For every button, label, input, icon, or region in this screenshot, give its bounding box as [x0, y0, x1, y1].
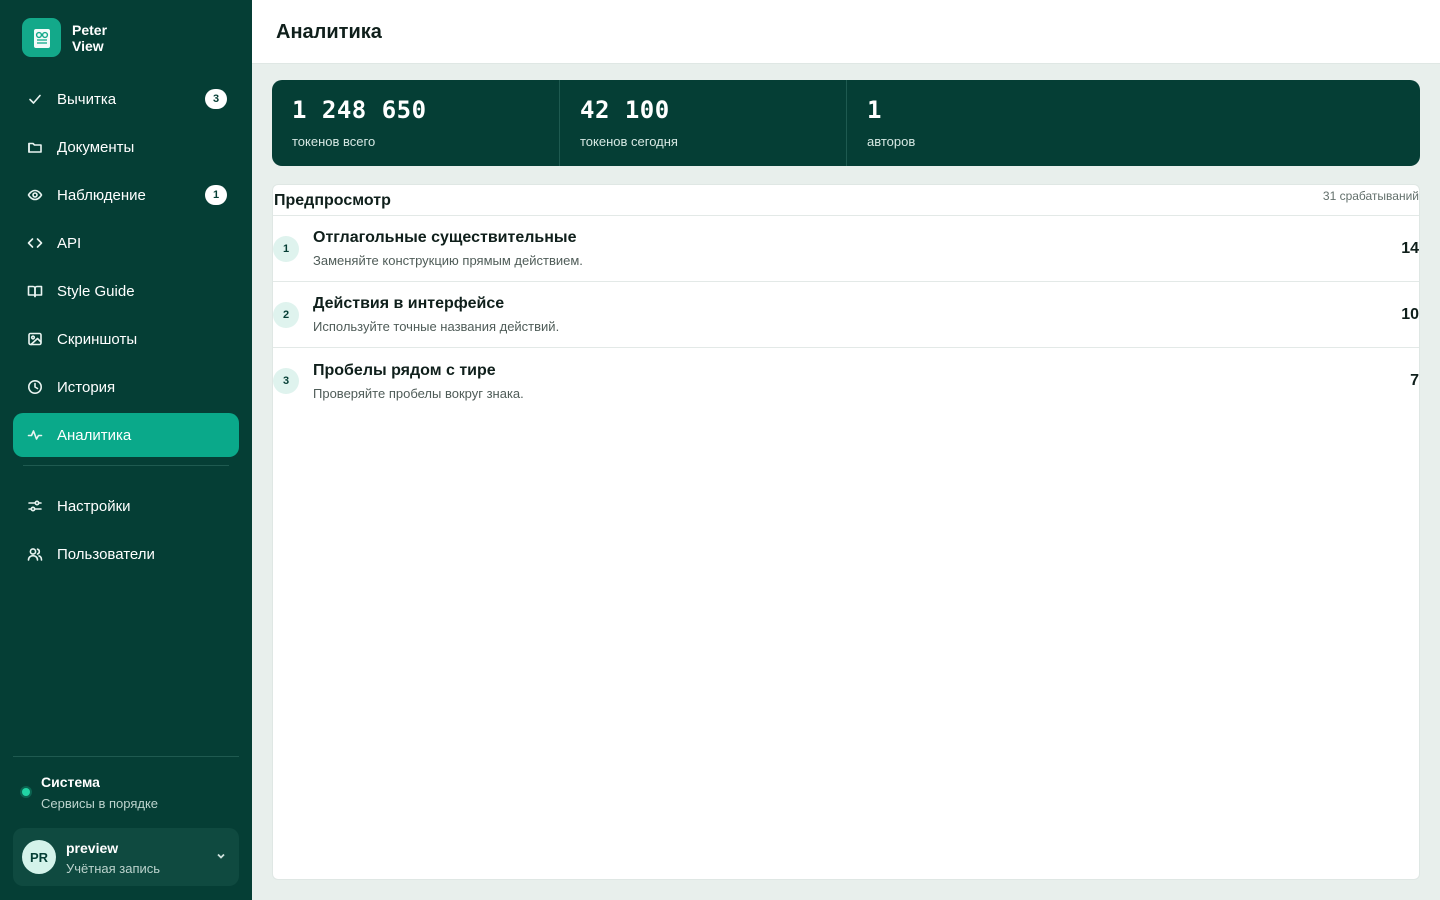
page-header: Аналитика	[252, 0, 1440, 64]
count-badge: 3	[205, 89, 227, 109]
sliders-icon	[26, 497, 44, 515]
sidebar-item-label: API	[57, 234, 82, 252]
panel-header: Предпросмотр 31 срабатываний	[273, 185, 1419, 216]
nav-divider	[23, 465, 229, 466]
sidebar-item-users[interactable]: Пользователи	[13, 532, 239, 576]
system-status-text: Сервисы в порядке	[41, 796, 159, 811]
activity-icon	[26, 426, 44, 444]
account-name: preview	[66, 839, 119, 856]
brand-name-line1: Peter	[72, 21, 108, 38]
rank-badge: 2	[273, 301, 299, 328]
avatar: PR	[22, 840, 56, 874]
stat-authors: 1 авторов	[847, 80, 1420, 166]
sidebar-item-analytics[interactable]: Аналитика	[13, 413, 239, 457]
sidebar-item-label: Пользователи	[57, 545, 155, 563]
main-nav: Вычитка 3 Документы Наблюдение 1 API Sty…	[13, 77, 239, 580]
book-reader-icon	[22, 18, 61, 57]
panel-title: Предпросмотр	[274, 191, 391, 209]
brand-name-line2: View	[72, 37, 104, 54]
sidebar-item-style-guide[interactable]: Style Guide	[13, 269, 239, 313]
sidebar-item-history[interactable]: История	[13, 365, 239, 409]
stat-value: 1	[867, 96, 882, 124]
sidebar-item-documents[interactable]: Документы	[13, 125, 239, 169]
sidebar-item-monitoring[interactable]: Наблюдение 1	[13, 173, 239, 217]
sidebar-item-label: Наблюдение	[57, 186, 146, 204]
account-subtitle: Учётная запись	[66, 860, 161, 876]
code-icon	[26, 234, 44, 252]
stat-value: 42 100	[580, 96, 670, 124]
stat-label: токенов сегодня	[580, 134, 678, 149]
trigger-count: 31 срабатываний	[1322, 189, 1419, 203]
preview-panel: Предпросмотр 31 срабатываний 1 Отглаголь…	[272, 184, 1420, 880]
count-badge: 1	[205, 185, 227, 205]
rule-count: 7	[1410, 372, 1419, 389]
folder-icon	[26, 138, 44, 156]
system-divider	[13, 756, 239, 757]
book-icon	[26, 282, 44, 300]
sidebar-item-proofreading[interactable]: Вычитка 3	[13, 77, 239, 121]
rank-badge: 1	[273, 235, 299, 262]
rule-description: Заменяйте конструкцию прямым действием.	[313, 253, 583, 268]
rule-count: 14	[1401, 239, 1419, 257]
system-status: Система Сервисы в порядке	[22, 773, 158, 811]
rank-badge: 3	[273, 368, 299, 394]
sidebar-item-label: История	[57, 378, 116, 396]
rule-description: Проверяйте пробелы вокруг знака.	[313, 385, 524, 401]
page-title: Аналитика	[276, 21, 382, 43]
account-switcher[interactable]: PR preview Учётная запись	[13, 828, 239, 886]
rule-title: Отглагольные существительные	[313, 229, 577, 246]
rule-count: 10	[1401, 305, 1419, 323]
sidebar-item-settings[interactable]: Настройки	[13, 484, 239, 528]
sidebar-item-label: Аналитика	[57, 426, 132, 444]
list-item[interactable]: 1 Отглагольные существительные Заменяйте…	[273, 216, 1419, 282]
chevron-down-icon	[215, 849, 231, 865]
list-item[interactable]: 3 Пробелы рядом с тире Проверяйте пробел…	[273, 348, 1419, 414]
stat-value: 1 248 650	[292, 96, 427, 124]
stat-today-tokens: 42 100 токенов сегодня	[560, 80, 847, 166]
rule-title: Пробелы рядом с тире	[313, 361, 496, 379]
image-icon	[26, 330, 44, 348]
rule-description: Используйте точные названия действий.	[313, 319, 560, 334]
sidebar-item-label: Документы	[57, 138, 135, 156]
users-icon	[26, 545, 44, 563]
sidebar-item-label: Скриншоты	[57, 330, 138, 348]
brand[interactable]: Peter View	[22, 18, 107, 57]
sidebar-item-api[interactable]: API	[13, 221, 239, 265]
clock-icon	[26, 378, 44, 396]
stat-label: токенов всего	[292, 134, 376, 149]
system-title: Система	[41, 774, 100, 790]
sidebar-item-label: Настройки	[57, 497, 131, 515]
stat-total-tokens: 1 248 650 токенов всего	[272, 80, 560, 166]
sidebar-item-label: Style Guide	[57, 282, 135, 300]
check-icon	[26, 90, 44, 108]
status-dot-icon	[22, 788, 30, 796]
stat-label: авторов	[867, 134, 916, 149]
eye-icon	[26, 186, 44, 204]
stats-panel: 1 248 650 токенов всего 42 100 токенов с…	[272, 80, 1420, 166]
list-item[interactable]: 2 Действия в интерфейсе Используйте точн…	[273, 282, 1419, 348]
rule-title: Действия в интерфейсе	[313, 295, 505, 312]
sidebar-item-label: Вычитка	[57, 90, 117, 108]
sidebar: Peter View Вычитка 3 Документы Наблюдени…	[0, 0, 252, 900]
sidebar-item-screenshots[interactable]: Скриншоты	[13, 317, 239, 361]
